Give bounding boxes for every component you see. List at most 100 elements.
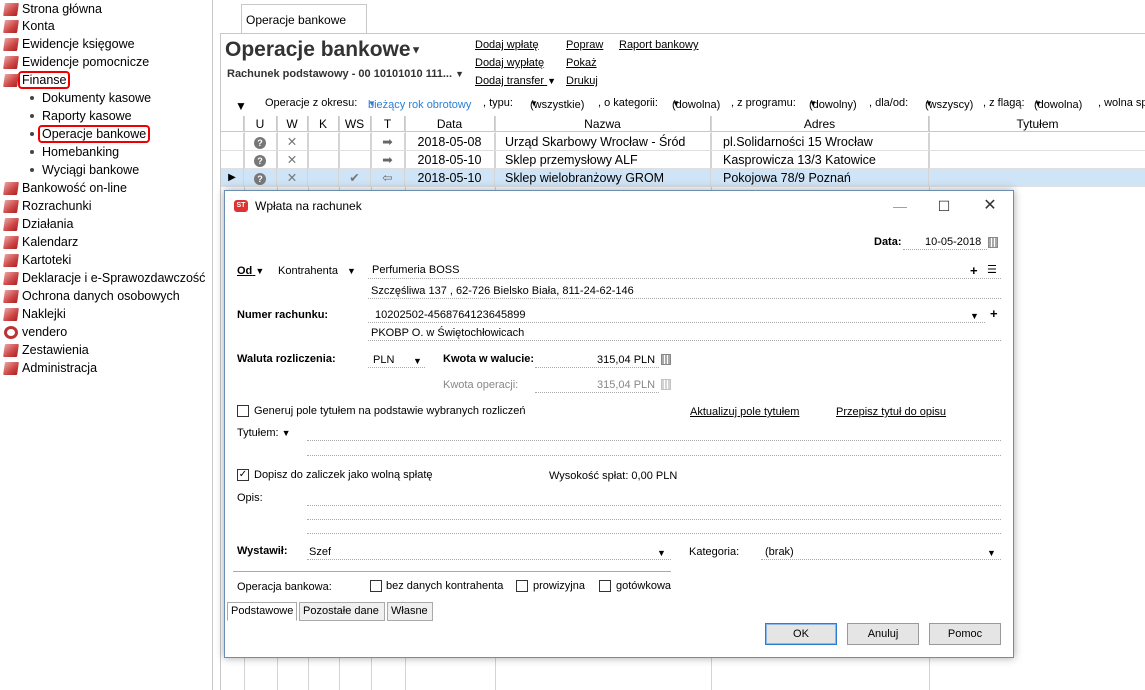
tab-podstawowe[interactable]: Podstawowe: [227, 602, 297, 621]
amount-currency-field[interactable]: 315,04 PLN: [597, 354, 655, 366]
chevron-down-icon[interactable]: ▼: [657, 548, 666, 558]
table-row[interactable]: ? ✕ ➡ 2018-05-10 Sklep przemysłowy ALF K…: [221, 151, 1145, 169]
grid-header-w[interactable]: W: [277, 116, 308, 132]
sidebar-item-konta[interactable]: Konta: [3, 17, 55, 35]
sidebar-item-finanse[interactable]: Finanse: [3, 71, 71, 89]
commission-checkbox[interactable]: [516, 580, 528, 592]
currency-select[interactable]: PLN: [373, 354, 394, 366]
sidebar-subitem-homebanking[interactable]: Homebanking: [30, 143, 119, 161]
close-icon[interactable]: ✕: [975, 195, 1005, 217]
sidebar-item-label: Finanse: [18, 71, 71, 89]
minimize-icon[interactable]: —: [885, 195, 915, 217]
chevron-down-icon[interactable]: ▼: [970, 311, 979, 321]
filter-free-label: , wolna sp: [1098, 97, 1145, 109]
add-transfer-link[interactable]: Dodaj transfer ▼: [475, 75, 556, 87]
tab-pozostale-dane[interactable]: Pozostałe dane: [299, 602, 385, 621]
grid-header-k[interactable]: K: [308, 116, 339, 132]
book-icon: [3, 73, 19, 87]
tab-operacje-bankowe[interactable]: Operacje bankowe: [241, 4, 367, 34]
account-selector[interactable]: Rachunek podstawowy - 00 10101010 111...…: [227, 68, 464, 80]
cell-k: [308, 151, 339, 169]
row-pointer-icon: ▶: [221, 169, 244, 187]
sidebar-subitem-operacje-bankowe[interactable]: Operacje bankowe: [30, 125, 151, 143]
list-icon[interactable]: ☰: [987, 263, 997, 276]
account-number-field[interactable]: 10202502-4568764123645899: [375, 309, 526, 321]
category-underline: [761, 559, 1001, 560]
cancel-button[interactable]: Anuluj: [847, 623, 919, 645]
update-title-link[interactable]: Aktualizuj pole tytułem: [690, 406, 799, 418]
sidebar-item-bankowosc[interactable]: Bankowość on-line: [3, 179, 127, 197]
issued-by-select[interactable]: Szef: [309, 546, 331, 558]
cell-date: 2018-05-10: [405, 169, 495, 187]
bank-name: PKOBP O. w Świętochłowicach: [371, 327, 525, 339]
sidebar-item-ewidencje-ksiegowe[interactable]: Ewidencje księgowe: [3, 35, 135, 53]
deposit-dialog: ST Wpłata na rachunek — ☐ ✕ Data: 10-05-…: [224, 190, 1014, 658]
show-link[interactable]: Pokaż: [566, 57, 597, 69]
date-label: Data:: [874, 236, 902, 248]
no-contractor-checkbox[interactable]: [370, 580, 382, 592]
chevron-down-icon[interactable]: ▼: [413, 356, 422, 366]
generate-title-checkbox[interactable]: [237, 405, 249, 417]
cell-title: [929, 133, 1145, 151]
plus-icon[interactable]: +: [970, 263, 978, 278]
bullet-icon: [30, 168, 34, 172]
sidebar-item-ochrona-danych[interactable]: Ochrona danych osobowych: [3, 287, 180, 305]
sidebar-item-kalendarz[interactable]: Kalendarz: [3, 233, 78, 251]
party-type-select[interactable]: Kontrahenta ▼: [278, 265, 356, 277]
help-button[interactable]: Pomoc: [929, 623, 1001, 645]
grid-header-ws[interactable]: WS: [339, 116, 371, 132]
title-label[interactable]: Tytułem: ▼: [237, 427, 291, 439]
arrow-left-icon: ⇦: [371, 169, 405, 187]
table-row[interactable]: ? ✕ ➡ 2018-05-08 Urząd Skarbowy Wrocław …: [221, 133, 1145, 151]
sidebar-item-vendero[interactable]: vendero: [4, 323, 67, 341]
table-row-selected[interactable]: ▶ ? ✕ ✔ ⇦ 2018-05-10 Sklep wielobranżowy…: [221, 169, 1145, 187]
page-title[interactable]: Operacje bankowe▼: [225, 38, 421, 62]
ok-button[interactable]: OK: [765, 623, 837, 645]
sidebar-subitem-dokumenty-kasowe[interactable]: Dokumenty kasowe: [30, 89, 151, 107]
grid-header-adres[interactable]: Adres: [711, 116, 929, 132]
plus-icon[interactable]: +: [990, 306, 998, 321]
add-transfer-text: Dodaj transfer: [475, 75, 545, 87]
row-indicator: [221, 133, 244, 151]
calculator-icon[interactable]: [661, 354, 671, 365]
collapse-arrow-icon[interactable]: ▼: [235, 99, 247, 113]
category-select[interactable]: (brak): [765, 546, 794, 558]
date-field[interactable]: 10-05-2018: [925, 236, 981, 248]
sidebar-subitem-label: Raporty kasowe: [42, 109, 132, 123]
grid-header-u[interactable]: U: [244, 116, 277, 132]
calendar-icon[interactable]: [988, 237, 998, 248]
sidebar-item-rozrachunki[interactable]: Rozrachunki: [3, 197, 91, 215]
add-deposit-link[interactable]: Dodaj wpłatę: [475, 39, 539, 51]
chevron-down-icon[interactable]: ▼: [987, 548, 996, 558]
cash-checkbox[interactable]: [599, 580, 611, 592]
sidebar-item-kartoteki[interactable]: Kartoteki: [3, 251, 71, 269]
contractor-name[interactable]: Perfumeria BOSS: [372, 264, 459, 276]
sidebar-item-naklejki[interactable]: Naklejki: [3, 305, 66, 323]
title-line-1: [307, 440, 1001, 441]
sidebar: Strona główna Konta Ewidencje księgowe E…: [0, 0, 213, 690]
copy-title-link[interactable]: Przepisz tytuł do opisu: [836, 406, 946, 418]
dialog-titlebar[interactable]: ST Wpłata na rachunek — ☐ ✕: [225, 191, 1013, 221]
sidebar-item-ewidencje-pomocnicze[interactable]: Ewidencje pomocnicze: [3, 53, 149, 71]
grid-header-nazwa[interactable]: Nazwa: [495, 116, 711, 132]
print-link[interactable]: Drukuj: [566, 75, 598, 87]
sidebar-item-deklaracje[interactable]: Deklaracje i e-Sprawozdawczość: [3, 269, 205, 287]
sidebar-subitem-raporty-kasowe[interactable]: Raporty kasowe: [30, 107, 132, 125]
bank-report-link[interactable]: Raport bankowy: [619, 39, 699, 51]
sidebar-item-dzialania[interactable]: Działania: [3, 215, 73, 233]
sidebar-subitem-wyciagi-bankowe[interactable]: Wyciągi bankowe: [30, 161, 139, 179]
add-to-advances-checkbox[interactable]: ✓: [237, 469, 249, 481]
sidebar-item-administracja[interactable]: Administracja: [3, 359, 97, 377]
sidebar-item-zestawienia[interactable]: Zestawienia: [3, 341, 89, 359]
add-withdrawal-link[interactable]: Dodaj wypłatę: [475, 57, 544, 69]
from-label[interactable]: Od ▼: [237, 265, 264, 277]
tab-wlasne[interactable]: Własne: [387, 602, 433, 621]
maximize-icon[interactable]: ☐: [929, 195, 959, 217]
dialog-title: Wpłata na rachunek: [255, 199, 362, 213]
x-icon: ✕: [277, 169, 308, 187]
edit-link[interactable]: Popraw: [566, 39, 603, 51]
grid-header-data[interactable]: Data: [405, 116, 495, 132]
grid-header-tytulem[interactable]: Tytułem: [929, 116, 1145, 132]
grid-header-t[interactable]: T: [371, 116, 405, 132]
sidebar-item-strona-glowna[interactable]: Strona główna: [3, 0, 102, 18]
